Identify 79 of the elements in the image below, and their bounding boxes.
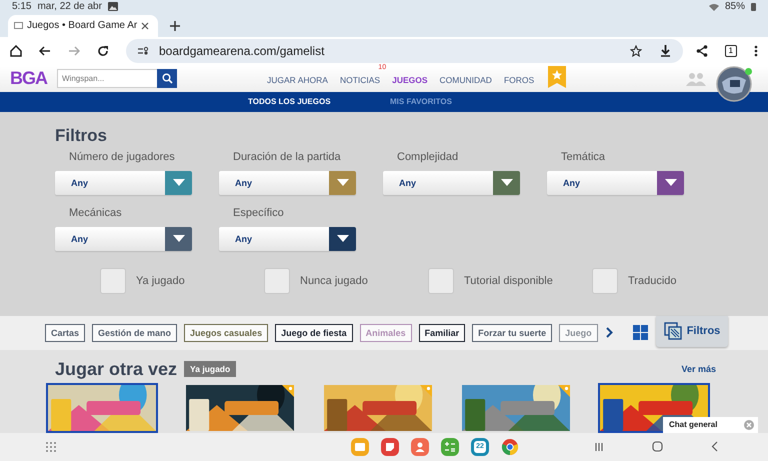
filter-label: Mecánicas bbox=[68, 206, 123, 219]
nav-link[interactable]: NOTICIAS bbox=[340, 74, 380, 85]
tag-chip[interactable]: Juego bbox=[559, 324, 598, 342]
battery-level: 85% bbox=[724, 1, 745, 12]
nav-link[interactable]: JUEGOS bbox=[392, 74, 428, 85]
chat-title: Chat general bbox=[669, 420, 718, 430]
tag-chip[interactable]: Juego de fiesta bbox=[275, 324, 353, 342]
new-tab-icon[interactable] bbox=[170, 20, 180, 31]
date: mar, 22 de abr bbox=[37, 1, 102, 12]
see-more-link[interactable]: Ver más bbox=[681, 364, 716, 374]
chat-dialog[interactable]: Chat general bbox=[663, 416, 758, 433]
calculator-icon[interactable] bbox=[441, 438, 459, 456]
tag-chip[interactable]: Cartas bbox=[45, 324, 86, 342]
filter-dropdown[interactable]: Any bbox=[55, 226, 192, 251]
image-icon bbox=[108, 2, 118, 12]
share-icon[interactable] bbox=[696, 45, 708, 58]
subnav-tab[interactable]: MIS FAVORITOS bbox=[390, 97, 532, 106]
search-button[interactable] bbox=[157, 69, 177, 88]
subnav-tab[interactable]: TODOS LOS JUEGOS bbox=[248, 97, 390, 106]
page-icon bbox=[14, 21, 23, 30]
clock: 5:15 bbox=[12, 1, 32, 12]
recent-apps-icon[interactable] bbox=[594, 442, 604, 452]
chevron-right-icon[interactable] bbox=[606, 327, 613, 338]
checkbox[interactable] bbox=[592, 268, 618, 294]
close-icon[interactable] bbox=[141, 22, 150, 30]
tag-chip[interactable]: Juegos casuales bbox=[184, 324, 268, 342]
search-icon bbox=[162, 73, 172, 84]
apps-grid-icon[interactable] bbox=[46, 442, 56, 452]
filter-dropdown[interactable]: Any bbox=[219, 226, 356, 251]
checkbox-label: Traducido bbox=[628, 274, 677, 287]
filter-dropdown[interactable]: Any bbox=[383, 170, 520, 195]
site-settings-icon[interactable] bbox=[138, 46, 149, 56]
address-bar[interactable]: boardgamearena.com/gamelist bbox=[126, 39, 683, 64]
grid-view-icon[interactable] bbox=[632, 325, 648, 340]
reload-icon[interactable] bbox=[97, 45, 109, 58]
tag-chip[interactable]: Forzar tu suerte bbox=[472, 324, 552, 342]
filters-title: Filtros bbox=[55, 126, 108, 146]
checkbox-label: Nunca jugado bbox=[300, 274, 368, 287]
filter-label: Temática bbox=[560, 150, 606, 163]
tag-chip[interactable]: Familiar bbox=[418, 324, 466, 342]
section-title: Jugar otra vez bbox=[55, 358, 178, 380]
home-icon[interactable] bbox=[10, 45, 22, 58]
tag-chip[interactable]: Gestión de mano bbox=[92, 324, 178, 342]
checkbox-label: Tutorial disponible bbox=[464, 274, 553, 287]
wifi-icon bbox=[708, 2, 719, 11]
contact-icon[interactable] bbox=[411, 438, 429, 456]
checkbox-label: Ya jugado bbox=[136, 274, 185, 287]
checkbox[interactable] bbox=[264, 268, 290, 294]
battery-icon bbox=[751, 2, 756, 11]
browser-tab[interactable]: Juegos • Board Game Ar bbox=[8, 14, 158, 37]
nav-link[interactable]: FOROS bbox=[504, 74, 534, 85]
checkbox[interactable] bbox=[428, 268, 454, 294]
star-icon[interactable] bbox=[630, 45, 642, 58]
filter-label: Número de jugadores bbox=[68, 150, 176, 163]
filter-dropdown[interactable]: Any bbox=[219, 170, 356, 195]
back-button-icon[interactable] bbox=[711, 441, 718, 452]
browser-icon[interactable] bbox=[501, 438, 519, 456]
online-dot bbox=[745, 68, 752, 75]
note-icon[interactable] bbox=[381, 438, 399, 456]
nav-link[interactable]: JUGAR AHORA bbox=[267, 74, 328, 85]
filter-label: Complejidad bbox=[396, 150, 460, 163]
filter-dropdown[interactable]: Any bbox=[547, 170, 684, 195]
menu-icon[interactable] bbox=[754, 45, 758, 58]
search-field[interactable]: Wingspan... bbox=[57, 69, 157, 88]
nav-link[interactable]: COMUNIDAD bbox=[440, 74, 492, 85]
filters-button[interactable]: Filtros bbox=[656, 316, 728, 347]
filter-label: Específico bbox=[232, 206, 285, 219]
tab-title: Juegos • Board Game Ar bbox=[27, 20, 138, 32]
logo[interactable]: BGA bbox=[10, 68, 47, 90]
filter-icon bbox=[664, 322, 682, 340]
download-icon[interactable] bbox=[660, 45, 671, 58]
played-badge: Ya jugado bbox=[184, 361, 236, 378]
filter-dropdown[interactable]: Any bbox=[55, 170, 192, 195]
tab-count[interactable]: 1 bbox=[724, 45, 737, 58]
home-button-icon[interactable] bbox=[652, 441, 663, 452]
filter-label: Duración de la partida bbox=[232, 150, 342, 163]
checkbox[interactable] bbox=[100, 268, 126, 294]
star-ribbon-icon[interactable] bbox=[548, 66, 566, 88]
back-icon[interactable] bbox=[39, 45, 51, 58]
